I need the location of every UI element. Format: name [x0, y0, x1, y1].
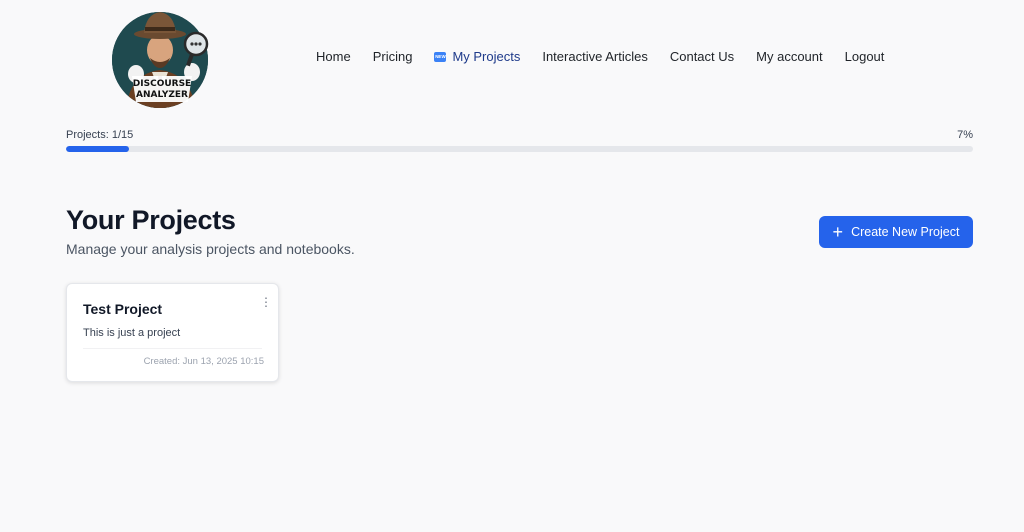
svg-text:DISCOURSE: DISCOURSE [133, 79, 191, 89]
site-logo[interactable]: DISCOURSE ANALYZER [108, 2, 216, 112]
nav-home[interactable]: Home [316, 48, 351, 66]
nav-contact-us[interactable]: Contact Us [670, 48, 734, 66]
page-subtitle: Manage your analysis projects and notebo… [66, 241, 355, 257]
create-button-label: Create New Project [851, 225, 960, 239]
project-title: Test Project [83, 301, 163, 317]
progress-percent: 7% [957, 129, 973, 141]
create-new-project-button[interactable]: + Create New Project [819, 216, 973, 248]
page-title: Your Projects [66, 205, 236, 235]
main-nav: Home Pricing NEW My Projects Interactive… [316, 48, 884, 66]
nav-logout[interactable]: Logout [845, 48, 885, 66]
card-divider [83, 348, 262, 349]
svg-text:ANALYZER: ANALYZER [136, 90, 188, 100]
more-vertical-icon[interactable]: ⋮ [260, 296, 272, 308]
progress-fill [66, 146, 130, 152]
plus-icon: + [832, 222, 844, 242]
nav-pricing[interactable]: Pricing [373, 48, 413, 66]
detective-logo-image: DISCOURSE ANALYZER [112, 12, 209, 108]
progress-track [66, 146, 973, 152]
project-card[interactable]: Test Project ⋮ This is just a project Cr… [66, 283, 279, 382]
project-description: This is just a project [83, 327, 181, 339]
nav-interactive-articles[interactable]: Interactive Articles [542, 48, 648, 66]
progress-label: Projects: 1/15 [66, 129, 134, 141]
project-quota-progress: Projects: 1/15 7% [66, 129, 973, 152]
nav-my-projects-label: My Projects [452, 49, 521, 64]
nav-my-projects[interactable]: NEW My Projects [434, 48, 520, 66]
nav-my-account[interactable]: My account [756, 48, 822, 66]
new-badge-icon: NEW [434, 52, 447, 62]
project-created-date: Created: Jun 13, 2025 10:15 [143, 356, 264, 367]
page-header: Your Projects Manage your analysis proje… [66, 204, 355, 258]
